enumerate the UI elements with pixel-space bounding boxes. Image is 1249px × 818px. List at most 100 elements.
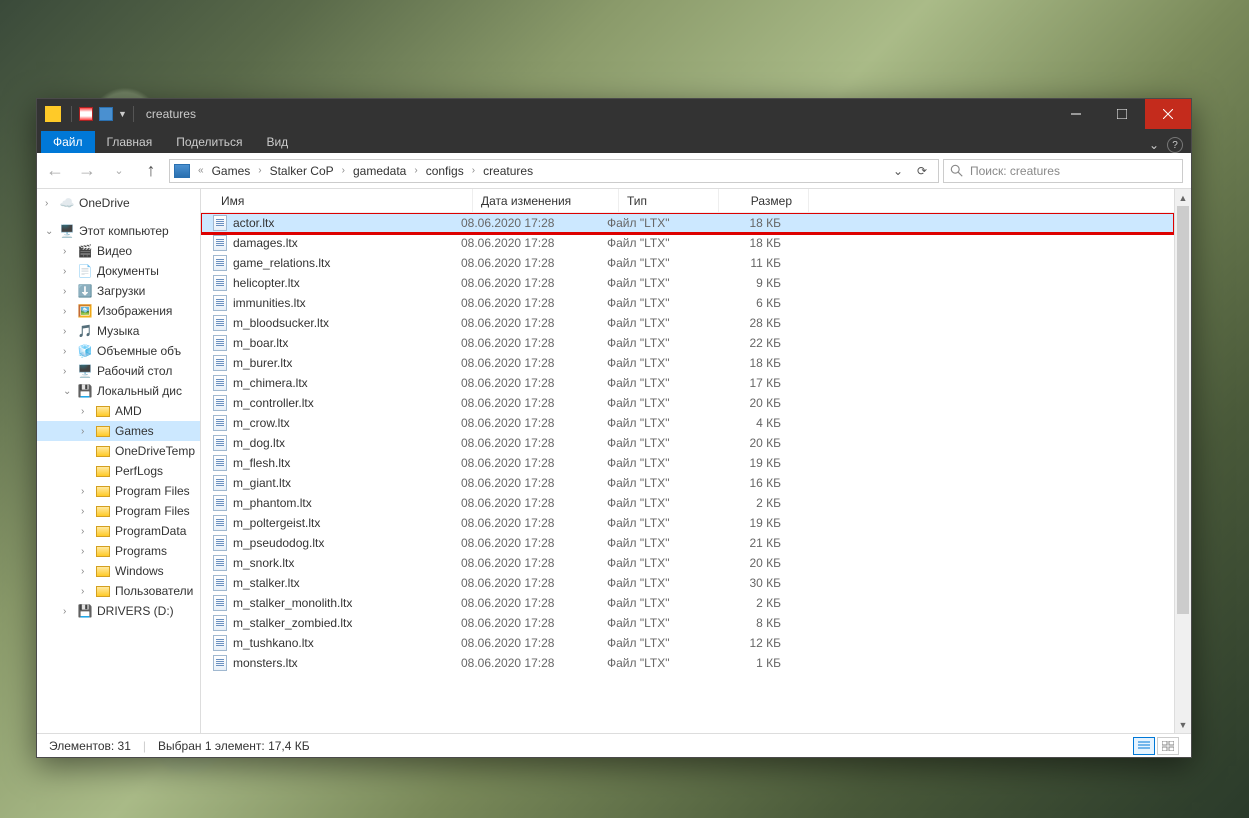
nav-desktop[interactable]: ›🖥️Рабочий стол [37,361,200,381]
scroll-thumb[interactable] [1177,206,1189,614]
file-row[interactable]: m_dog.ltx08.06.2020 17:28Файл "LTX"20 КБ [201,433,1174,453]
breadcrumb[interactable]: « Games › Stalker CoP › gamedata › confi… [169,159,939,183]
statusbar: Элементов: 31 | Выбран 1 элемент: 17,4 К… [37,733,1191,757]
file-row[interactable]: m_bloodsucker.ltx08.06.2020 17:28Файл "L… [201,313,1174,333]
desktop-icon: 🖥️ [77,363,93,379]
nav-onedrivetemp[interactable]: OneDriveTemp [37,441,200,461]
col-size[interactable]: Размер [719,189,809,212]
file-row[interactable]: m_flesh.ltx08.06.2020 17:28Файл "LTX"19 … [201,453,1174,473]
nav-forward-button[interactable]: → [73,157,101,185]
nav-perflogs[interactable]: PerfLogs [37,461,200,481]
tab-view[interactable]: Вид [254,131,300,153]
nav-users[interactable]: ›Пользователи [37,581,200,601]
minimize-button[interactable] [1053,99,1099,129]
col-date[interactable]: Дата изменения [473,189,619,212]
file-icon [213,335,227,351]
file-row[interactable]: damages.ltx08.06.2020 17:28Файл "LTX"18 … [201,233,1174,253]
file-row[interactable]: game_relations.ltx08.06.2020 17:28Файл "… [201,253,1174,273]
nav-programs[interactable]: ›Programs [37,541,200,561]
tab-file[interactable]: Файл [41,131,95,153]
file-row[interactable]: m_stalker_monolith.ltx08.06.2020 17:28Фа… [201,593,1174,613]
qat-properties-icon[interactable] [79,107,93,121]
crumb-stalker[interactable]: Stalker CoP [266,164,338,178]
file-row[interactable]: m_burer.ltx08.06.2020 17:28Файл "LTX"18 … [201,353,1174,373]
nav-downloads[interactable]: ›⬇️Загрузки [37,281,200,301]
nav-recent-button[interactable]: ⌄ [105,157,133,185]
file-row[interactable]: m_poltergeist.ltx08.06.2020 17:28Файл "L… [201,513,1174,533]
file-icon [213,355,227,371]
qat-dropdown-icon[interactable]: ▼ [118,109,127,119]
file-icon [213,455,227,471]
file-row[interactable]: m_crow.ltx08.06.2020 17:28Файл "LTX"4 КБ [201,413,1174,433]
nav-tree[interactable]: ›☁️OneDrive ⌄🖥️Этот компьютер ›🎬Видео ›📄… [37,189,201,733]
nav-video[interactable]: ›🎬Видео [37,241,200,261]
file-row[interactable]: m_phantom.ltx08.06.2020 17:28Файл "LTX"2… [201,493,1174,513]
file-row[interactable]: monsters.ltx08.06.2020 17:28Файл "LTX"1 … [201,653,1174,673]
nav-programfiles[interactable]: ›Program Files [37,481,200,501]
file-row[interactable]: m_controller.ltx08.06.2020 17:28Файл "LT… [201,393,1174,413]
file-row[interactable]: actor.ltx08.06.2020 17:28Файл "LTX"18 КБ [201,213,1174,233]
nav-thispc[interactable]: ⌄🖥️Этот компьютер [37,221,200,241]
col-type[interactable]: Тип [619,189,719,212]
maximize-button[interactable] [1099,99,1145,129]
help-icon[interactable]: ? [1167,137,1183,153]
search-icon [950,164,964,178]
file-list[interactable]: Имя Дата изменения Тип Размер actor.ltx0… [201,189,1174,733]
scroll-down-icon[interactable]: ▼ [1175,716,1191,733]
file-row[interactable]: m_stalker.ltx08.06.2020 17:28Файл "LTX"3… [201,573,1174,593]
file-row[interactable]: m_tushkano.ltx08.06.2020 17:28Файл "LTX"… [201,633,1174,653]
view-details-icon[interactable] [1133,737,1155,755]
address-history-icon[interactable]: ⌄ [886,160,910,182]
nav-windows[interactable]: ›Windows [37,561,200,581]
nav-music[interactable]: ›🎵Музыка [37,321,200,341]
crumb-games[interactable]: Games [208,164,255,178]
file-icon [213,415,227,431]
tab-share[interactable]: Поделиться [164,131,254,153]
crumb-creatures[interactable]: creatures [479,164,537,178]
folder-icon [96,566,110,577]
close-button[interactable] [1145,99,1191,129]
file-row[interactable]: m_pseudodog.ltx08.06.2020 17:28Файл "LTX… [201,533,1174,553]
file-row[interactable]: m_snork.ltx08.06.2020 17:28Файл "LTX"20 … [201,553,1174,573]
file-row[interactable]: m_stalker_zombied.ltx08.06.2020 17:28Фай… [201,613,1174,633]
status-selected: Выбран 1 элемент: 17,4 КБ [158,739,310,753]
file-icon [213,255,227,271]
scroll-up-icon[interactable]: ▲ [1175,189,1191,206]
search-input[interactable]: Поиск: creatures [943,159,1183,183]
file-row[interactable]: m_boar.ltx08.06.2020 17:28Файл "LTX"22 К… [201,333,1174,353]
file-icon [213,295,227,311]
crumb-gamedata[interactable]: gamedata [349,164,410,178]
folder-icon [96,506,110,517]
col-name[interactable]: Имя [213,189,473,212]
nav-images[interactable]: ›🖼️Изображения [37,301,200,321]
scrollbar[interactable]: ▲ ▼ [1174,189,1191,733]
objects3d-icon: 🧊 [77,343,93,359]
nav-back-button[interactable]: ← [41,157,69,185]
file-row[interactable]: immunities.ltx08.06.2020 17:28Файл "LTX"… [201,293,1174,313]
nav-up-button[interactable]: ↑ [137,157,165,185]
qat-newfolder-icon[interactable] [99,107,113,121]
nav-onedrive[interactable]: ›☁️OneDrive [37,193,200,213]
nav-localdisk[interactable]: ⌄💾Локальный дис [37,381,200,401]
file-row[interactable]: helicopter.ltx08.06.2020 17:28Файл "LTX"… [201,273,1174,293]
nav-3d[interactable]: ›🧊Объемные объ [37,341,200,361]
nav-programfilesx86[interactable]: ›Program Files [37,501,200,521]
file-icon [213,615,227,631]
nav-games[interactable]: ›Games [37,421,200,441]
nav-documents[interactable]: ›📄Документы [37,261,200,281]
refresh-icon[interactable]: ⟳ [910,160,934,182]
crumb-configs[interactable]: configs [422,164,468,178]
nav-amd[interactable]: ›AMD [37,401,200,421]
nav-programdata[interactable]: ›ProgramData [37,521,200,541]
nav-drivers[interactable]: ›💾DRIVERS (D:) [37,601,200,621]
tab-home[interactable]: Главная [95,131,165,153]
video-icon: 🎬 [77,243,93,259]
column-headers: Имя Дата изменения Тип Размер [201,189,1174,213]
view-thumbnails-icon[interactable] [1157,737,1179,755]
titlebar[interactable]: ▼ creatures [37,99,1191,129]
ribbon-expand-icon[interactable]: ⌄ [1149,138,1159,152]
file-row[interactable]: m_giant.ltx08.06.2020 17:28Файл "LTX"16 … [201,473,1174,493]
drive-icon: 💾 [77,603,93,619]
folder-icon [96,586,110,597]
file-row[interactable]: m_chimera.ltx08.06.2020 17:28Файл "LTX"1… [201,373,1174,393]
